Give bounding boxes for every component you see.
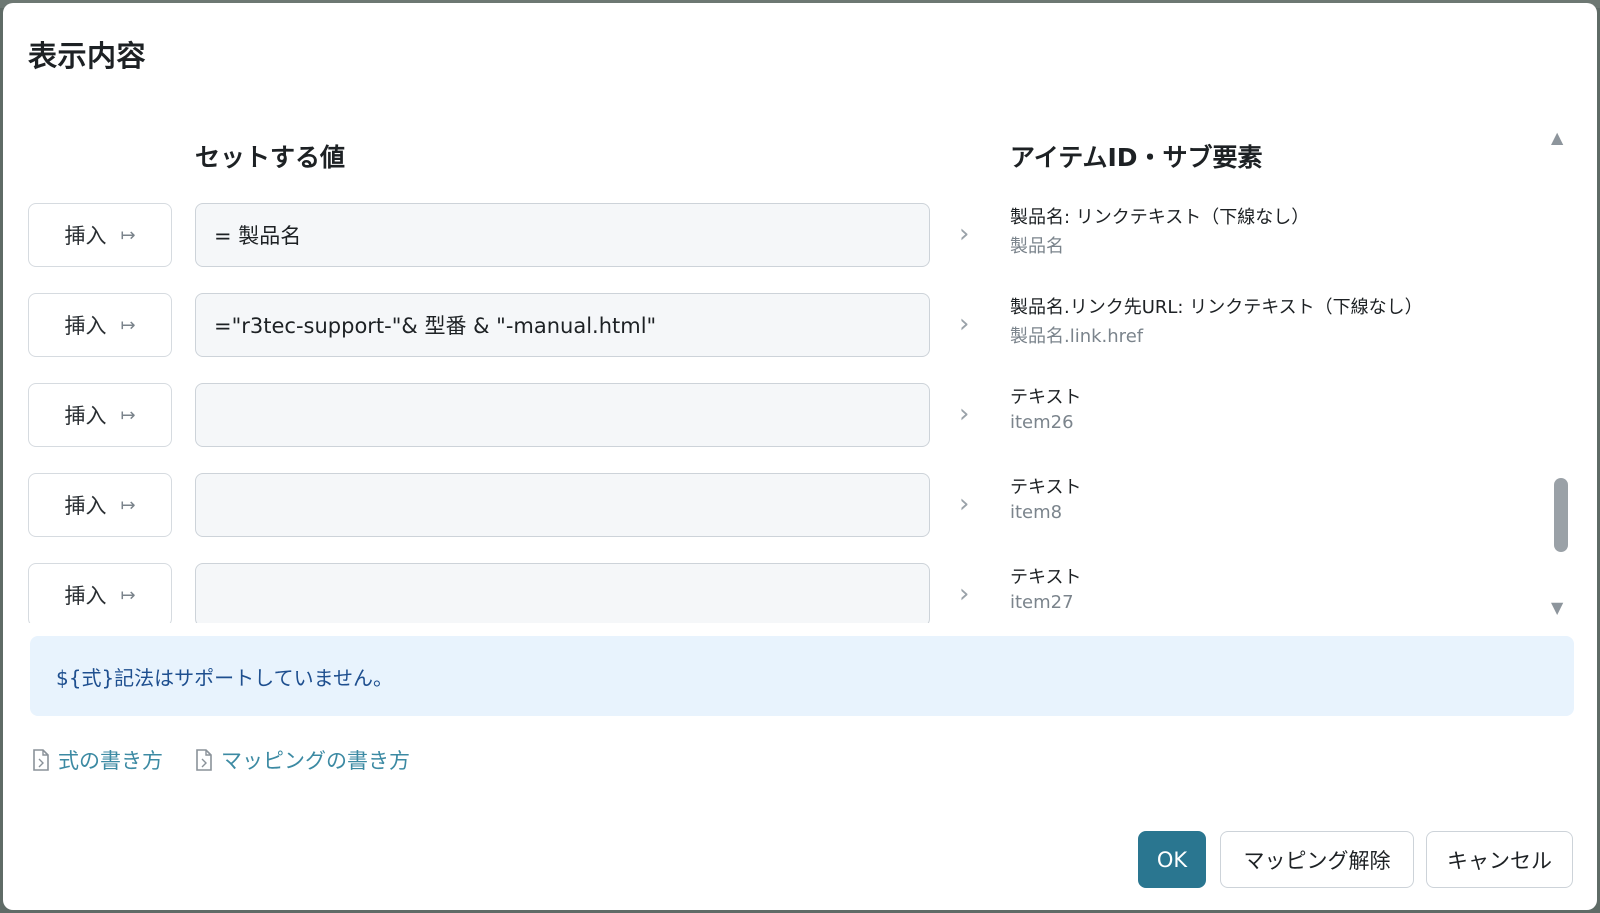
insert-arrow-icon: ↦ <box>120 314 136 336</box>
item-id: 製品名 <box>1010 236 1064 257</box>
mapping-row: 挿入 ↦ ="r3tec-support-"& 型番 & "-manual.ht… <box>3 293 1563 359</box>
item-name: 製品名: リンクテキスト（下線なし） <box>1010 207 1310 228</box>
insert-button-label: 挿入 <box>64 494 107 518</box>
insert-button[interactable]: 挿入 ↦ <box>28 293 172 357</box>
insert-button-label: 挿入 <box>64 404 107 428</box>
mapping-help-link[interactable]: マッピングの書き方 <box>195 745 410 775</box>
mapping-row: 挿入 ↦ › テキスト item26 <box>3 383 1563 449</box>
insert-button[interactable]: 挿入 ↦ <box>28 383 172 447</box>
item-id: item26 <box>1010 412 1074 433</box>
item-name: テキスト <box>1010 567 1082 588</box>
mapping-row: 挿入 ↦ › テキスト item27 <box>3 563 1563 623</box>
document-icon <box>33 749 49 771</box>
chevron-right-icon: › <box>959 219 970 249</box>
formula-help-label: 式の書き方 <box>58 749 163 773</box>
column-header-value: セットする値 <box>195 143 346 172</box>
item-name: テキスト <box>1010 387 1082 408</box>
insert-arrow-icon: ↦ <box>120 584 136 606</box>
scrollbar-thumb[interactable] <box>1554 478 1568 552</box>
scroll-up-icon[interactable]: ▲ <box>1551 128 1563 147</box>
insert-button-label: 挿入 <box>64 314 107 338</box>
value-input[interactable] <box>195 563 930 623</box>
mapping-row: 挿入 ↦ › テキスト item8 <box>3 473 1563 539</box>
mapping-row: 挿入 ↦ = 製品名 › 製品名: リンクテキスト（下線なし） 製品名 <box>3 203 1563 269</box>
item-id: item27 <box>1010 592 1074 613</box>
chevron-right-icon: › <box>959 399 970 429</box>
chevron-right-icon: › <box>959 489 970 519</box>
insert-button[interactable]: 挿入 ↦ <box>28 563 172 623</box>
mapping-rows: 挿入 ↦ = 製品名 › 製品名: リンクテキスト（下線なし） 製品名 挿入 ↦… <box>3 193 1563 623</box>
mapping-help-label: マッピングの書き方 <box>221 749 410 773</box>
formula-help-link[interactable]: 式の書き方 <box>32 745 163 775</box>
insert-button[interactable]: 挿入 ↦ <box>28 473 172 537</box>
value-input[interactable] <box>195 473 930 537</box>
document-icon <box>196 749 212 771</box>
value-input[interactable]: = 製品名 <box>195 203 930 267</box>
insert-button-label: 挿入 <box>64 224 107 248</box>
item-id: item8 <box>1010 502 1063 523</box>
notice-banner: ${式}記法はサポートしていません。 <box>30 636 1574 716</box>
column-header-item: アイテムID・サブ要素 <box>1010 143 1263 172</box>
insert-button[interactable]: 挿入 ↦ <box>28 203 172 267</box>
cancel-button[interactable]: キャンセル <box>1426 831 1573 888</box>
insert-button-label: 挿入 <box>64 584 107 608</box>
item-id: 製品名.link.href <box>1010 326 1144 347</box>
value-input[interactable]: ="r3tec-support-"& 型番 & "-manual.html" <box>195 293 930 357</box>
insert-arrow-icon: ↦ <box>120 494 136 516</box>
chevron-right-icon: › <box>959 579 970 609</box>
scroll-down-icon[interactable]: ▼ <box>1551 598 1563 617</box>
insert-arrow-icon: ↦ <box>120 224 136 246</box>
ok-button[interactable]: OK <box>1138 831 1206 888</box>
mapping-dialog: 表示内容 セットする値 アイテムID・サブ要素 挿入 ↦ = 製品名 › 製品名… <box>3 3 1597 910</box>
value-input[interactable] <box>195 383 930 447</box>
unmap-button[interactable]: マッピング解除 <box>1220 831 1414 888</box>
insert-arrow-icon: ↦ <box>120 404 136 426</box>
notice-text: ${式}記法はサポートしていません。 <box>56 665 393 690</box>
dialog-title: 表示内容 <box>28 39 147 73</box>
chevron-right-icon: › <box>959 309 970 339</box>
item-name: 製品名.リンク先URL: リンクテキスト（下線なし） <box>1010 297 1423 318</box>
item-name: テキスト <box>1010 477 1082 498</box>
